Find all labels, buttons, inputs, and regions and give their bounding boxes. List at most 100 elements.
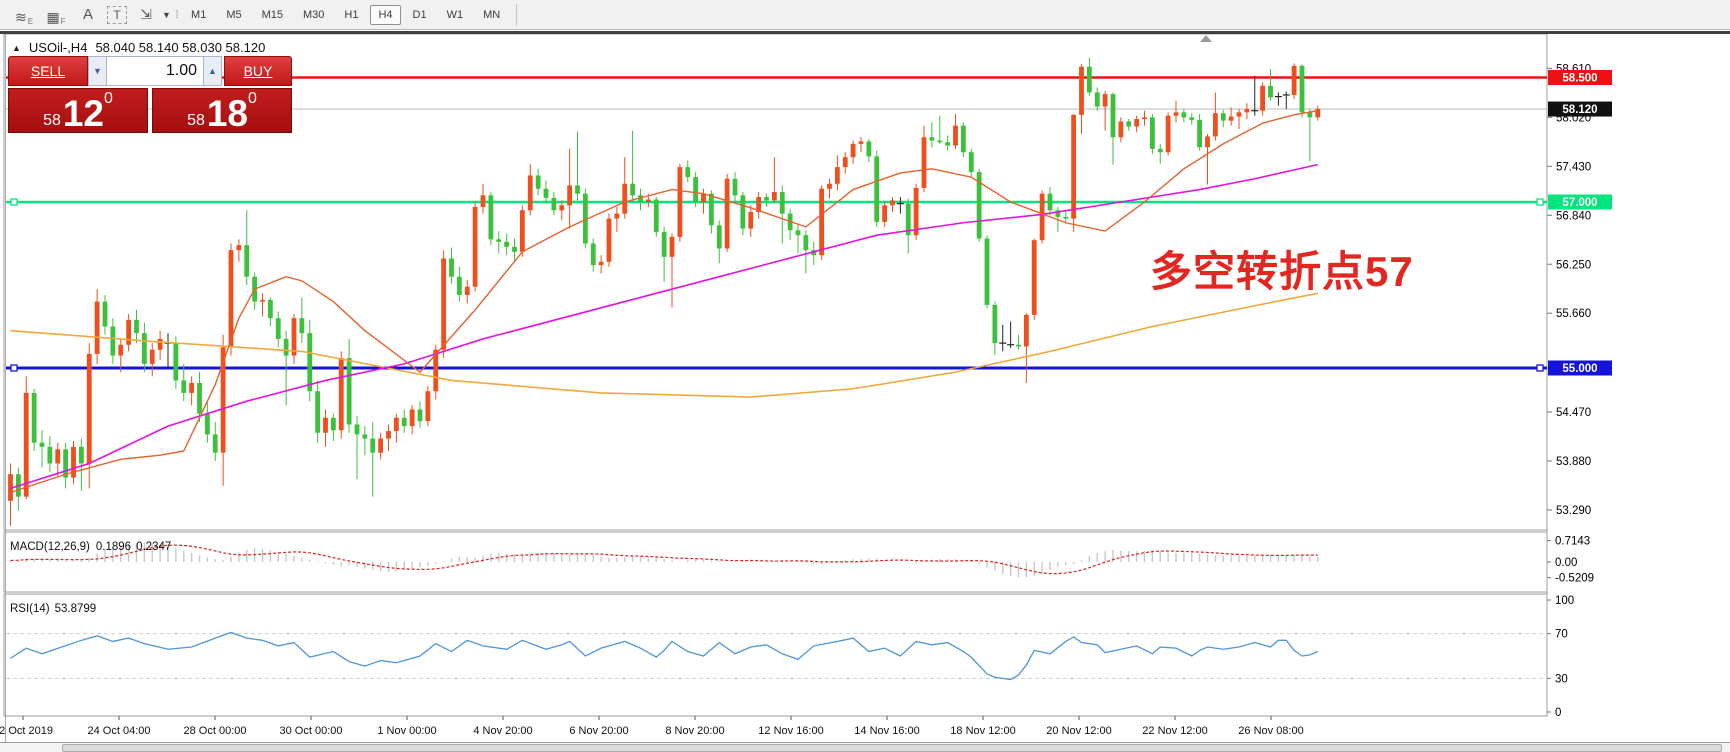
candle-body: [567, 185, 572, 205]
candle-body: [740, 195, 745, 228]
candle-body: [575, 185, 580, 193]
candle-body: [1118, 121, 1123, 137]
candle-body: [772, 192, 777, 200]
rsi-label: RSI(14)53.8799: [10, 603, 96, 615]
date-label: 18 Nov 12:00: [950, 725, 1015, 737]
date-label: 22 Nov 12:00: [1142, 725, 1207, 737]
hline-handle: [1537, 365, 1543, 371]
candle-body: [1016, 345, 1021, 347]
volume-decrease-button[interactable]: ▼: [88, 56, 107, 86]
tab-timeframe-H1[interactable]: H1: [336, 5, 366, 25]
macd-axis-label: 0.7143: [1555, 536, 1590, 548]
scrollbar-thumb[interactable]: [62, 744, 1722, 752]
candle-body: [717, 225, 722, 248]
candle-body: [969, 152, 974, 172]
candle-body: [992, 305, 997, 343]
buy-button[interactable]: BUY: [224, 56, 292, 86]
candle-body: [55, 449, 60, 463]
candle-body: [1166, 116, 1171, 153]
candle-body: [551, 198, 556, 210]
candle-body: [118, 345, 123, 356]
candle-body: [315, 391, 320, 433]
candle-body: [142, 333, 147, 364]
candle-body: [859, 141, 864, 143]
tab-timeframe-M30[interactable]: M30: [295, 5, 332, 25]
candle-body: [244, 245, 249, 277]
buy-price-display[interactable]: 58 18 0: [152, 88, 292, 133]
tab-timeframe-W1[interactable]: W1: [439, 5, 472, 25]
macd-axis-label: 0.00: [1555, 557, 1577, 569]
candle-body: [654, 200, 659, 232]
hline-handle: [11, 199, 17, 205]
symbol-name: USOil-,H4: [29, 40, 88, 55]
price-axis-label: 53.880: [1556, 456, 1591, 468]
candle-body: [189, 383, 194, 393]
chevron-down-icon[interactable]: ▼: [162, 10, 171, 20]
candle-body: [1213, 113, 1218, 136]
chart-canvas[interactable]: 58.61058.02057.43056.84056.25055.66054.4…: [0, 34, 1730, 752]
candle-body: [1095, 92, 1100, 106]
autoscroll-marker-icon[interactable]: [1200, 35, 1212, 42]
horizontal-scrollbar[interactable]: [0, 742, 1730, 752]
candle-body: [819, 189, 824, 255]
tab-timeframe-H4[interactable]: H4: [370, 5, 400, 25]
candle-body: [292, 318, 297, 355]
candle-body: [591, 244, 596, 266]
date-label: 24 Oct 04:00: [88, 725, 151, 737]
text-label-icon[interactable]: A: [75, 4, 101, 26]
candle-body: [929, 137, 934, 140]
candle-body: [473, 207, 478, 287]
candle-body: [449, 258, 454, 276]
price-badge-label: 57.000: [1562, 197, 1597, 209]
candle-body: [229, 250, 234, 347]
volume-input[interactable]: [107, 56, 203, 86]
candle-body: [796, 230, 801, 235]
text-box-icon[interactable]: T: [107, 6, 127, 24]
indicators-icon[interactable]: ≋E: [11, 4, 37, 26]
toolbar-grip[interactable]: ⁞⁞: [175, 9, 177, 21]
tab-timeframe-M5[interactable]: M5: [218, 5, 249, 25]
tab-timeframe-MN[interactable]: MN: [475, 5, 508, 25]
ma-layer: [11, 111, 1318, 493]
candle-body: [1174, 112, 1179, 115]
candle-body: [961, 126, 966, 153]
candle-body: [362, 434, 367, 438]
candle-body: [173, 343, 178, 380]
toolbar: ≋E ▦F A T ⇲ ▼ ⁞⁞ M1M5M15M30H1H4D1W1MN: [0, 0, 1730, 30]
candle-body: [40, 443, 45, 447]
candle-body: [276, 318, 281, 339]
price-axis-label: 56.840: [1556, 210, 1591, 222]
tab-timeframe-M1[interactable]: M1: [183, 5, 214, 25]
candle-body: [347, 358, 352, 424]
grid-icon[interactable]: ▦F: [43, 4, 69, 26]
volume-increase-button[interactable]: ▲: [203, 56, 222, 86]
date-label: 20 Nov 12:00: [1046, 725, 1111, 737]
candle-body: [685, 167, 690, 177]
date-label: 1 Nov 00:00: [377, 725, 436, 737]
candle-body: [725, 179, 730, 249]
cursor-mode-icon[interactable]: ⇲: [133, 4, 159, 26]
candle-body: [394, 418, 399, 431]
candle-body: [528, 175, 533, 210]
pane-frames: [4, 34, 1547, 716]
candle-body: [677, 167, 682, 237]
collapse-triangle-icon[interactable]: ▲: [12, 43, 21, 53]
candle-body: [1300, 66, 1305, 112]
candle-body: [843, 157, 848, 167]
candle-body: [748, 212, 753, 229]
candle-body: [24, 393, 29, 497]
candle-body: [126, 320, 131, 345]
tab-timeframe-D1[interactable]: D1: [405, 5, 435, 25]
candle-body: [1205, 136, 1210, 147]
sell-button[interactable]: SELL: [8, 56, 88, 86]
rsi-axis-label: 100: [1555, 595, 1574, 607]
candle-body: [465, 287, 470, 295]
candle-body: [1087, 67, 1092, 93]
candle-body: [890, 200, 895, 205]
sell-price-pips: 12: [63, 99, 104, 129]
sell-price-handle: 58: [43, 113, 61, 129]
candle-body: [559, 205, 564, 210]
tab-timeframe-M15[interactable]: M15: [254, 5, 291, 25]
sell-price-display[interactable]: 58 12 0: [8, 88, 148, 133]
candle-body: [1126, 121, 1131, 126]
